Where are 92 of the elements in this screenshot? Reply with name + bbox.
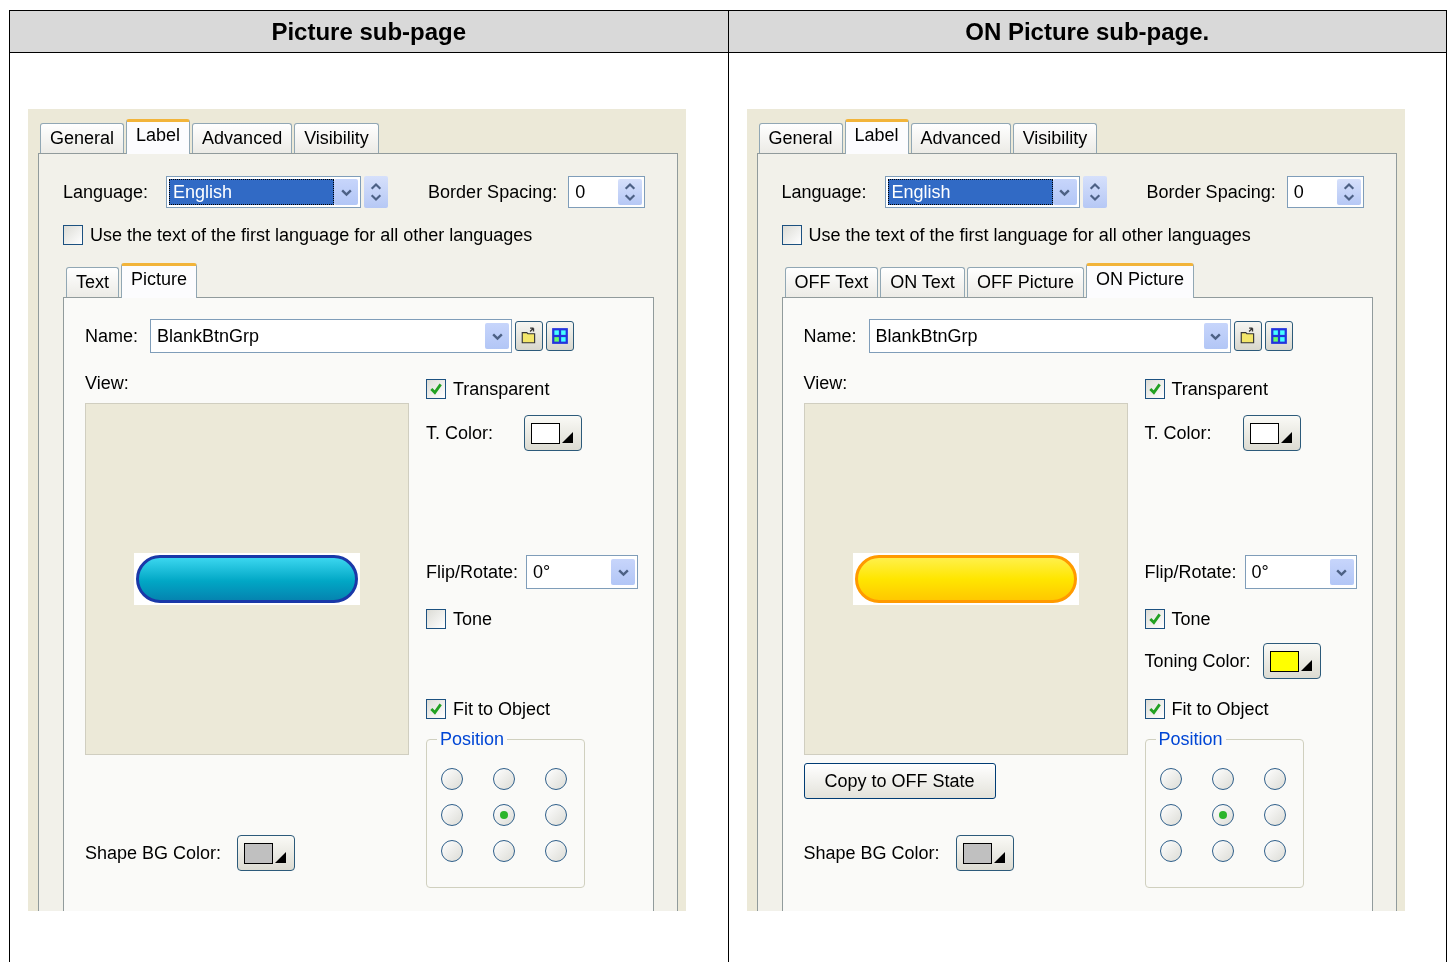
- radio-button[interactable]: [493, 840, 515, 862]
- radio-button[interactable]: [1211, 840, 1234, 862]
- checkbox[interactable]: [63, 225, 83, 245]
- column-heading: Picture sub-page: [10, 11, 728, 53]
- field-label: Border Spacing:: [428, 181, 558, 203]
- tab[interactable]: Label: [126, 119, 191, 154]
- radio-button[interactable]: [441, 768, 463, 790]
- checkbox[interactable]: [426, 699, 446, 719]
- checkbox[interactable]: [781, 225, 802, 245]
- tab[interactable]: Visibility: [1012, 123, 1098, 153]
- name-dropdown[interactable]: BlankBtnGrp: [868, 319, 1231, 353]
- tab[interactable]: Label: [844, 119, 909, 154]
- view-label: View:: [803, 372, 849, 394]
- tab[interactable]: General: [758, 123, 843, 153]
- name-dropdown[interactable]: BlankBtnGrp: [150, 319, 512, 353]
- radio-button[interactable]: [545, 840, 567, 862]
- field-label: T. Color:: [426, 422, 494, 444]
- radio-button[interactable]: [1159, 768, 1182, 790]
- language-dropdown[interactable]: English: [166, 176, 362, 208]
- color-picker-button[interactable]: [524, 415, 583, 451]
- checkbox[interactable]: [1144, 379, 1165, 399]
- border-spacing-field[interactable]: 0: [1286, 176, 1364, 208]
- color-picker-button[interactable]: [237, 835, 296, 871]
- dropdown-triangle-icon: [1280, 432, 1292, 443]
- tab[interactable]: Advanced: [910, 123, 1011, 153]
- grid-icon[interactable]: [546, 321, 574, 351]
- tab[interactable]: OFF Picture: [966, 267, 1084, 297]
- checkbox[interactable]: [426, 379, 446, 399]
- radio-button[interactable]: [545, 804, 567, 826]
- field-label: Shape BG Color:: [803, 842, 940, 864]
- dropdown-triangle-icon: [562, 432, 574, 443]
- radio-button[interactable]: [545, 768, 567, 790]
- color-picker-button[interactable]: [1242, 415, 1301, 451]
- radio-button[interactable]: [1211, 804, 1234, 826]
- checkbox-label: Fit to Object: [453, 698, 551, 720]
- tab[interactable]: ON Text: [880, 267, 965, 297]
- field-label: Toning Color:: [1144, 650, 1251, 672]
- radio-button[interactable]: [493, 768, 515, 790]
- tab[interactable]: OFF Text: [784, 267, 879, 297]
- radio-button[interactable]: [1159, 840, 1182, 862]
- field-label: Flip/Rotate:: [426, 561, 519, 583]
- radio-button[interactable]: [1263, 840, 1286, 862]
- column-heading: ON Picture sub-page.: [728, 11, 1446, 53]
- field-label: Name:: [803, 325, 857, 347]
- folder-icon[interactable]: [515, 321, 543, 351]
- copy-button[interactable]: Copy to OFF State: [803, 763, 996, 799]
- tab[interactable]: Picture: [121, 263, 198, 298]
- tab[interactable]: Text: [66, 267, 119, 297]
- checkbox-label: Fit to Object: [1171, 698, 1269, 720]
- field-label: Border Spacing:: [1146, 181, 1276, 203]
- checkbox-label: Tone: [453, 608, 493, 630]
- spinner-icon[interactable]: [618, 179, 643, 205]
- tab[interactable]: General: [40, 123, 125, 153]
- radio-button[interactable]: [1263, 804, 1286, 826]
- field-label: Language:: [63, 181, 149, 203]
- radio-button[interactable]: [441, 804, 463, 826]
- color-picker-button[interactable]: [955, 835, 1014, 871]
- field-label: Flip/Rotate:: [1144, 561, 1237, 583]
- radio-button[interactable]: [1211, 768, 1234, 790]
- dropdown-triangle-icon: [993, 852, 1005, 863]
- field-label: Shape BG Color:: [85, 842, 222, 864]
- checkbox[interactable]: [1144, 699, 1165, 719]
- checkbox[interactable]: [426, 609, 446, 629]
- tab[interactable]: Advanced: [192, 123, 293, 153]
- radio-button[interactable]: [1159, 804, 1182, 826]
- checkbox[interactable]: [1144, 609, 1165, 629]
- flip-rotate-dropdown[interactable]: 0°: [526, 555, 639, 589]
- color-picker-button[interactable]: [1262, 643, 1321, 679]
- border-spacing-field[interactable]: 0: [568, 176, 646, 208]
- radio-button[interactable]: [493, 804, 515, 826]
- folder-icon[interactable]: [1233, 321, 1262, 351]
- spinner-icon[interactable]: [1336, 179, 1361, 205]
- grid-icon[interactable]: [1264, 321, 1293, 351]
- field-label: Language:: [781, 181, 867, 203]
- dropdown-triangle-icon: [1300, 660, 1312, 671]
- spinner-icon[interactable]: [364, 176, 389, 208]
- dropdown-triangle-icon: [275, 852, 287, 863]
- tab[interactable]: ON Picture: [1085, 263, 1194, 298]
- checkbox-label: Transparent: [453, 378, 550, 400]
- tab[interactable]: Visibility: [294, 123, 379, 153]
- view-label: View:: [85, 372, 130, 394]
- spinner-icon[interactable]: [1082, 176, 1107, 208]
- checkbox-label: Use the text of the first language for all other languages: [808, 224, 1251, 246]
- checkbox-label: Transparent: [1171, 378, 1268, 400]
- radio-button[interactable]: [441, 840, 463, 862]
- language-dropdown[interactable]: English: [884, 176, 1080, 208]
- radio-button[interactable]: [1263, 768, 1286, 790]
- field-label: Name:: [85, 325, 138, 347]
- flip-rotate-dropdown[interactable]: 0°: [1244, 555, 1357, 589]
- field-label: T. Color:: [1144, 422, 1212, 444]
- checkbox-label: Use the text of the first language for all other languages: [90, 224, 533, 246]
- checkbox-label: Tone: [1171, 608, 1211, 630]
